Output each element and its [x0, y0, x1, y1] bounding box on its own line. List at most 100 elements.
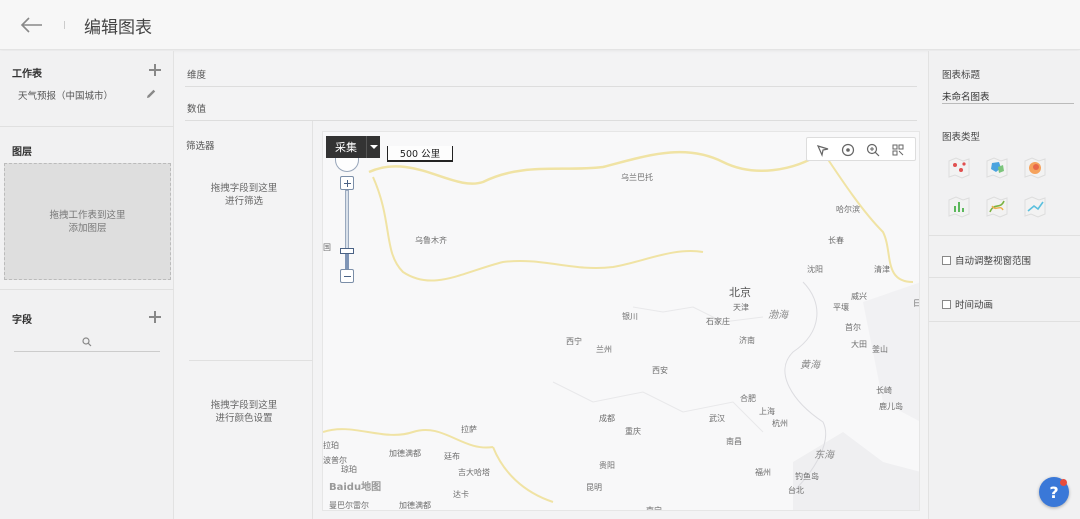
map-city-label: 昆明	[586, 483, 602, 492]
map-city-label: 首尔	[845, 323, 861, 332]
map-city-label: 沈阳	[807, 265, 823, 274]
map-city-label: 重庆	[625, 427, 641, 436]
chart-type-point-map-icon[interactable]	[946, 155, 972, 181]
filter-title: 筛选器	[186, 141, 215, 152]
add-field-plus-icon[interactable]	[149, 311, 161, 323]
notification-dot	[1060, 479, 1067, 486]
divider	[0, 126, 174, 127]
header-bar: 编辑图表	[0, 0, 1080, 50]
map-city-label: 琼珀	[341, 465, 357, 474]
color-drop-zone[interactable]: 拖拽字段到这里 进行颜色设置	[175, 399, 313, 425]
map-city-label: 西宁	[566, 337, 582, 346]
map-city-label: 黄海	[800, 360, 820, 371]
map-city-label: 贵阳	[599, 461, 615, 470]
map-city-label: 曼巴尔雷尔	[329, 501, 369, 510]
auto-zoom-checkbox-row[interactable]: 自动调整视窗范围	[942, 253, 1031, 267]
time-animation-label: 时间动画	[955, 300, 994, 311]
scale-bar: 500 公里	[387, 146, 453, 162]
filter-drop-zone[interactable]: 拖拽字段到这里 进行筛选	[175, 182, 313, 208]
chart-title-label: 图表标题	[942, 70, 981, 81]
add-worksheet-plus-icon[interactable]	[149, 64, 161, 76]
map-city-label: 日	[913, 298, 919, 309]
chevron-down-icon[interactable]	[366, 136, 380, 158]
divider	[929, 277, 1080, 278]
map-city-label: 成都	[599, 414, 615, 423]
chart-type-label: 图表类型	[942, 132, 981, 143]
chart-type-flow-map-icon[interactable]	[984, 194, 1010, 220]
dimension-shelf[interactable]: 维度	[185, 53, 917, 87]
map-city-label: 清津	[874, 265, 890, 274]
map-city-label: 合肥	[740, 394, 756, 403]
chart-type-scatter-map-icon[interactable]	[946, 194, 972, 220]
map-city-label: 天津	[733, 303, 749, 312]
divider	[929, 321, 1080, 322]
map-city-label: 东海	[814, 450, 834, 461]
map-city-label: 福州	[755, 468, 771, 477]
zoom-search-icon[interactable]	[865, 142, 881, 158]
map-city-label: 乌兰巴托	[621, 173, 653, 182]
map-city-label: 西安	[652, 366, 668, 375]
map-city-label: 拉珀	[323, 441, 339, 450]
chart-title-input[interactable]: 未命名图表	[942, 88, 1074, 104]
auto-zoom-label: 自动调整视窗范围	[955, 256, 1032, 267]
locate-icon[interactable]	[840, 142, 856, 158]
layer-title: 图层	[12, 147, 32, 158]
map-city-label: 长崎	[876, 386, 892, 395]
header-divider	[64, 21, 65, 29]
chart-type-heat-map-icon[interactable]	[1022, 155, 1048, 181]
map-city-label: 加德满都	[399, 501, 431, 510]
clear-icon[interactable]	[890, 142, 906, 158]
field-title: 字段	[12, 315, 32, 326]
time-animation-checkbox[interactable]	[942, 299, 951, 309]
map-city-label: 上海	[759, 407, 775, 416]
time-animation-checkbox-row[interactable]: 时间动画	[942, 297, 993, 311]
worksheet-item[interactable]: 天气预报（中国城市）	[18, 88, 113, 102]
chart-type-region-map-icon[interactable]	[984, 155, 1010, 181]
map-city-label: 廷布	[444, 452, 460, 461]
divider	[929, 235, 1080, 236]
map-city-label: 银川	[622, 312, 638, 321]
map-city-label: 武汉	[709, 414, 725, 423]
filter-drop-text: 进行筛选	[224, 196, 263, 207]
map-city-label: 济南	[739, 336, 755, 345]
layer-drop-text: 添加图层	[68, 222, 107, 234]
zoom-control	[340, 176, 354, 286]
map-city-label: 南宁	[646, 506, 662, 511]
map-city-label: 大田	[851, 340, 867, 349]
zoom-in-button[interactable]	[340, 176, 354, 190]
search-icon	[82, 337, 92, 347]
layer-drop-text: 拖拽工作表到这里	[49, 209, 126, 221]
map-city-label: 哈尔滨	[836, 205, 860, 214]
map-city-label: 兰州	[596, 345, 612, 354]
divider	[189, 360, 313, 361]
edit-pencil-icon[interactable]	[145, 88, 157, 100]
map-city-label: 加德满都	[389, 449, 421, 458]
select-icon[interactable]	[815, 142, 831, 158]
map-city-label: 渤海	[768, 310, 788, 321]
right-panel: 图表标题 未命名图表 图表类型 自动调整视窗范围 时间动画	[928, 51, 1080, 519]
field-search-input[interactable]	[14, 332, 160, 352]
color-drop-text: 进行颜色设置	[215, 413, 273, 424]
map-city-label: 国	[323, 243, 331, 252]
map-city-label: 鹿儿岛	[879, 402, 903, 411]
measure-shelf[interactable]: 数值	[185, 87, 917, 121]
back-arrow-icon[interactable]	[18, 12, 46, 38]
chart-type-line-map-icon[interactable]	[1022, 194, 1048, 220]
auto-zoom-checkbox[interactable]	[942, 255, 951, 265]
map-city-label: 釜山	[872, 345, 888, 354]
worksheet-title: 工作表	[12, 69, 42, 80]
map-city-label: 平壤	[833, 303, 849, 312]
layer-drop-zone[interactable]: 拖拽工作表到这里 添加图层	[4, 163, 171, 280]
map-city-label: 石家庄	[706, 317, 730, 326]
baidu-watermark: Baidu地图	[329, 482, 382, 493]
filter-drop-text: 拖拽字段到这里	[210, 183, 278, 194]
zoom-slider-handle[interactable]	[340, 248, 354, 254]
left-panel: 工作表 天气预报（中国城市） 图层 拖拽工作表到这里 添加图层 字段	[0, 51, 174, 519]
map-view[interactable]: 采集 500 公里 乌兰巴托 乌鲁木齐 哈尔滨 长春 沈阳 清津 北京 天津 渤…	[322, 131, 920, 511]
zoom-out-button[interactable]	[340, 269, 354, 283]
map-city-label: 杭州	[772, 419, 788, 428]
map-city-label: 台北	[788, 486, 804, 495]
map-toolbar	[806, 137, 916, 161]
filter-column: 筛选器 拖拽字段到这里 进行筛选 拖拽字段到这里 进行颜色设置	[175, 121, 313, 519]
capture-button[interactable]: 采集	[326, 136, 380, 158]
